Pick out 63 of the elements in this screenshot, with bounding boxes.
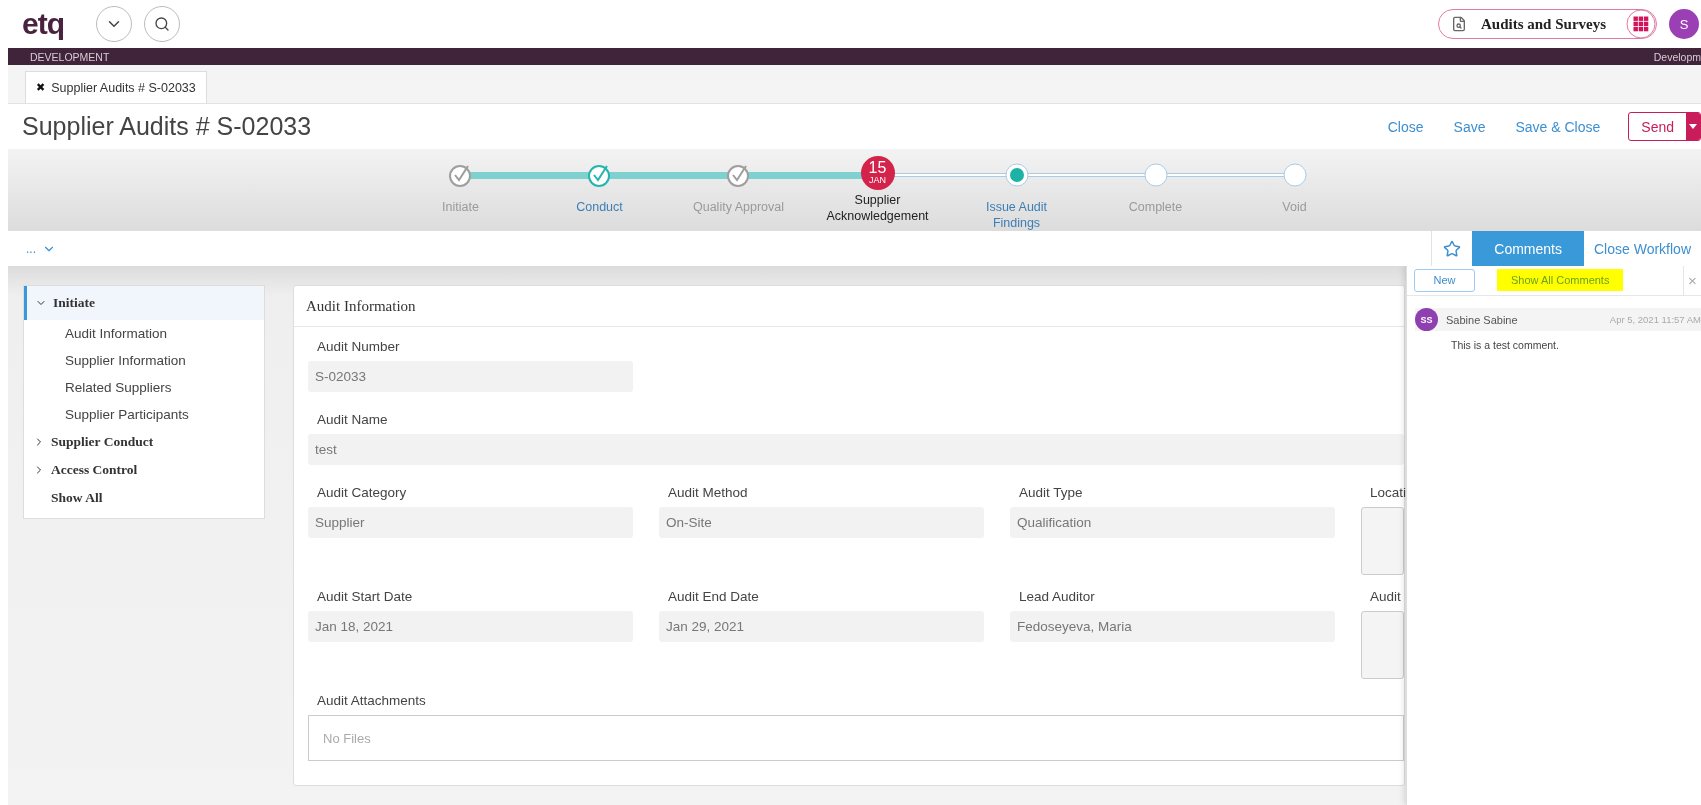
field-label: Audit End Date [667, 589, 760, 604]
field-label: Audit Method [667, 485, 749, 500]
input-field[interactable]: Fedoseyeva, Maria [1010, 611, 1335, 642]
field-label: Audit Attachments [316, 693, 427, 708]
field-label: Audit Name [316, 412, 389, 427]
section-header[interactable]: Initiate [24, 286, 264, 320]
search-button[interactable] [144, 6, 180, 42]
more-menu-button[interactable]: ... [26, 231, 56, 266]
step-label[interactable]: Void [1282, 199, 1307, 215]
card-title: Audit Information [306, 297, 416, 315]
panel-tab[interactable]: Comments [1472, 231, 1584, 266]
field-label: Audit Start Date [316, 589, 414, 604]
dropdown-button[interactable] [96, 6, 132, 42]
send-button[interactable]: Send [1628, 112, 1701, 141]
input-field[interactable]: Jan 29, 2021 [659, 611, 984, 642]
step-label[interactable]: Conduct [576, 199, 623, 215]
field-label: Audit [1369, 589, 1402, 604]
date-badge: 15 JAN [860, 155, 895, 190]
step-label[interactable]: Quality Approval [693, 199, 784, 215]
action-link[interactable]: Close [1387, 118, 1424, 135]
input-field[interactable]: S-02033 [308, 361, 633, 392]
field-label: Audit Category [316, 485, 408, 500]
user-avatar: SS [1415, 308, 1438, 331]
star-icon[interactable] [1443, 239, 1462, 258]
field-label: Lead Auditor [1018, 589, 1096, 604]
document-tab[interactable]: ✖ Supplier Audits # S-02033 [25, 71, 207, 103]
close-button[interactable]: × [1683, 266, 1701, 295]
action-link[interactable]: Save & Close [1515, 118, 1601, 135]
field-label: Audit Type [1018, 485, 1084, 500]
input-field[interactable]: Jan 18, 2021 [308, 611, 633, 642]
comment-text: This is a test comment. [1451, 339, 1560, 351]
environment-label: Developm [1653, 50, 1701, 63]
input-field[interactable]: Qualification [1010, 507, 1335, 538]
page-title: Supplier Audits # S-02033 [22, 112, 312, 141]
tab-label: Supplier Audits # S-02033 [51, 80, 196, 95]
search-icon [154, 16, 170, 32]
action-link[interactable]: Save [1453, 118, 1486, 135]
input-field[interactable]: test [308, 434, 1404, 465]
field-label: Locati [1369, 485, 1404, 500]
logo[interactable]: etq [22, 9, 64, 39]
comment-author: Sabine Sabine [1446, 313, 1518, 326]
panel-tab[interactable]: Close Workflow [1584, 231, 1701, 266]
user-avatar[interactable]: S [1669, 9, 1699, 39]
app-grid-icon[interactable] [1626, 9, 1656, 39]
close-icon[interactable]: ✖ [36, 81, 46, 94]
new-button[interactable]: New [1414, 268, 1475, 292]
document-search-icon [1451, 16, 1467, 32]
section-link[interactable]: Audit Information [24, 320, 264, 347]
field-label: Audit Number [316, 339, 401, 354]
section-link[interactable]: Supplier Information [24, 347, 264, 374]
environment-label: DEVELOPMENT [30, 50, 110, 63]
show-all-comments-link[interactable]: Show All Comments [1497, 269, 1624, 291]
step-label[interactable]: Initiate [442, 199, 479, 215]
caret-icon [1689, 124, 1697, 129]
input-field[interactable]: Supplier [308, 507, 633, 538]
section-link[interactable]: Related Suppliers [24, 374, 264, 401]
step-label[interactable]: Issue Audit Findings [961, 199, 1072, 231]
input-field[interactable]: On-Site [659, 507, 984, 538]
section-link[interactable]: Supplier Participants [24, 401, 264, 428]
attachment-field[interactable]: No Files [308, 715, 1404, 761]
step-label[interactable]: Complete [1128, 199, 1183, 215]
step-label[interactable]: Supplier Acknowledgement [810, 192, 945, 224]
comment-date: Apr 5, 2021 11:57 AM [1609, 314, 1701, 325]
